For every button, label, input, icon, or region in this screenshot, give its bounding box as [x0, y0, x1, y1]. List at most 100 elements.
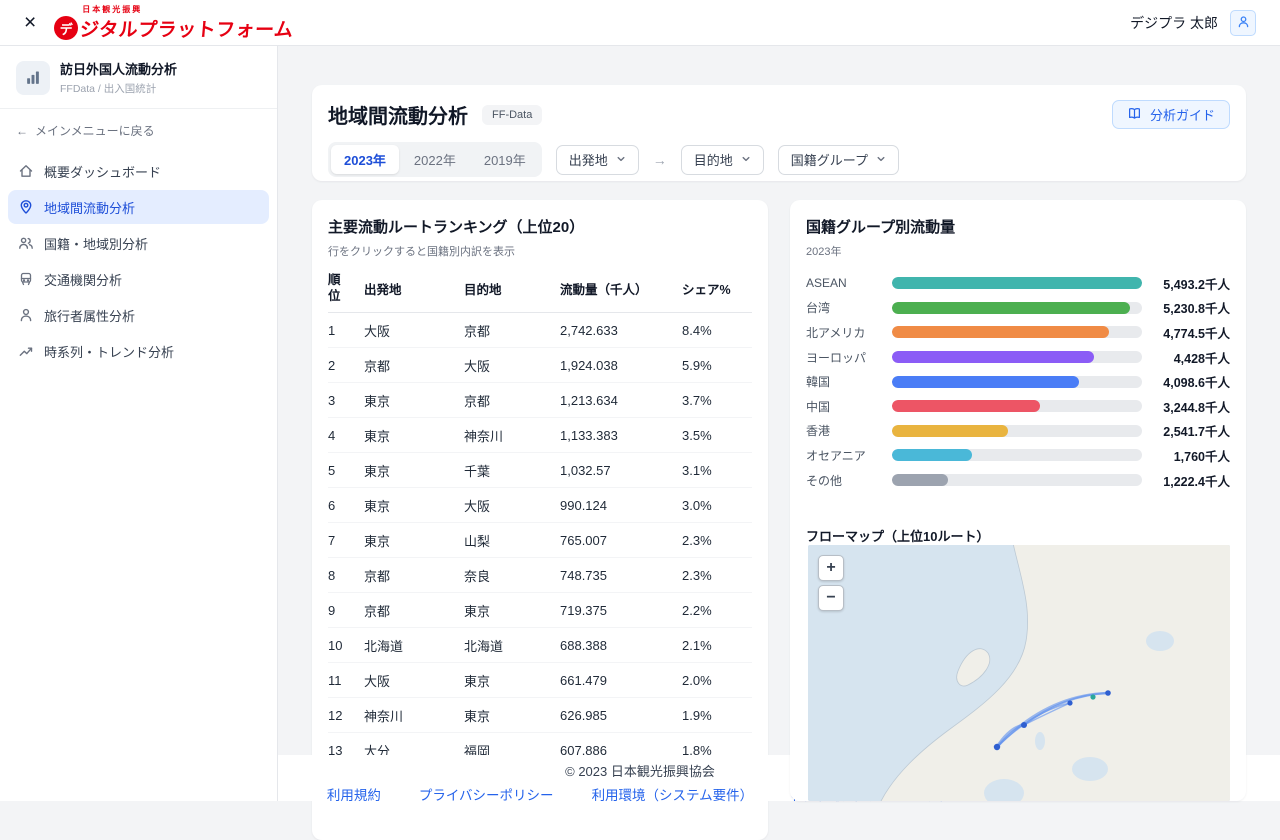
- top-header: × 日本観光振興 デ ジタルプラットフォーム デジプラ 太郎: [0, 0, 1280, 46]
- sidebar-item-traveler-attributes[interactable]: 旅行者属性分析: [8, 298, 269, 332]
- year-tab-2022年[interactable]: 2022年: [401, 145, 469, 174]
- zoom-out-button[interactable]: −: [818, 585, 844, 611]
- route-ranking-card: 主要流動ルートランキング（上位20） 行をクリックすると国籍別内訳を表示 順位出…: [312, 200, 768, 840]
- destination-dropdown[interactable]: 目的地: [681, 145, 764, 175]
- origin-cell: 京都: [364, 601, 464, 620]
- ranking-row[interactable]: 4東京神奈川1,133.3833.5%: [328, 418, 752, 453]
- column-header-label: 順位: [328, 273, 343, 304]
- ranking-row[interactable]: 9京都東京719.3752.2%: [328, 593, 752, 628]
- ranking-row[interactable]: 10北海道北海道688.3882.1%: [328, 628, 752, 663]
- ranking-row[interactable]: 6東京大阪990.1243.0%: [328, 488, 752, 523]
- volume-cell: 748.735: [560, 568, 682, 583]
- origin-cell: 神奈川: [364, 706, 464, 725]
- zoom-in-button[interactable]: +: [818, 555, 844, 581]
- destination-cell: 千葉: [464, 461, 560, 480]
- volume-cell: 765.007: [560, 533, 682, 548]
- destination-cell: 京都: [464, 321, 560, 340]
- year-tab-2023年[interactable]: 2023年: [331, 145, 399, 174]
- volume-cell: 2,742.633: [560, 323, 682, 338]
- bar-row: 北アメリカ 4,774.5千人: [806, 320, 1230, 345]
- footer-link[interactable]: 利用規約: [327, 784, 381, 804]
- destination-cell: 東京: [464, 601, 560, 620]
- rank-cell: 6: [328, 498, 364, 513]
- year-tab-2019年[interactable]: 2019年: [471, 145, 539, 174]
- bar-track: [892, 400, 1142, 412]
- sidebar-item-transport[interactable]: 交通機関分析: [8, 262, 269, 296]
- user-icon: [1236, 14, 1251, 32]
- sidebar-item-regional-flow[interactable]: 地域間流動分析: [8, 190, 269, 224]
- ranking-row[interactable]: 3東京京都1,213.6343.7%: [328, 383, 752, 418]
- ranking-row[interactable]: 7東京山梨765.0072.3%: [328, 523, 752, 558]
- bar-track: [892, 474, 1142, 486]
- origin-dropdown-label: 出発地: [569, 150, 608, 169]
- volume-cell: 1,032.57: [560, 463, 682, 478]
- bar-track: [892, 302, 1142, 314]
- destination-cell: 奈良: [464, 566, 560, 585]
- nationality-chart-title: 国籍グループ別流動量: [806, 216, 1230, 237]
- ranking-subtitle: 行をクリックすると国籍別内訳を表示: [328, 243, 752, 259]
- main-content: 地域間流動分析 FF-Data 分析ガイド 2023年2022年2019年 出発…: [278, 46, 1280, 801]
- page-header-card: 地域間流動分析 FF-Data 分析ガイド 2023年2022年2019年 出発…: [312, 85, 1246, 181]
- origin-cell: 東京: [364, 461, 464, 480]
- rank-cell: 9: [328, 603, 364, 618]
- ranking-row[interactable]: 1大阪京都2,742.6338.4%: [328, 313, 752, 348]
- rank-cell: 8: [328, 568, 364, 583]
- bar-fill: [892, 376, 1079, 388]
- bar-row: 香港2,541.7千人: [806, 419, 1230, 444]
- back-link-label: メインメニューに戻る: [35, 122, 155, 139]
- sidebar-item-nationality-region[interactable]: 国籍・地域別分析: [8, 226, 269, 260]
- rank-cell: 10: [328, 638, 364, 653]
- sidebar-app-subtitle: FFData / 出入国統計: [60, 81, 177, 96]
- analysis-guide-button[interactable]: 分析ガイド: [1112, 100, 1230, 129]
- ranking-row[interactable]: 11大阪東京661.4792.0%: [328, 663, 752, 698]
- user-avatar-button[interactable]: [1230, 10, 1256, 36]
- volume-cell: 719.375: [560, 603, 682, 618]
- sidebar-item-overview-dashboard[interactable]: 概要ダッシュボード: [8, 154, 269, 188]
- year-tabs: 2023年2022年2019年: [328, 142, 542, 177]
- origin-cell: 東京: [364, 496, 464, 515]
- bar-label: 北アメリカ: [806, 324, 892, 341]
- share-cell: 2.0%: [682, 673, 752, 688]
- column-header: 順位: [328, 273, 364, 304]
- column-header: 目的地: [464, 279, 560, 298]
- rank-cell: 1: [328, 323, 364, 338]
- destination-cell: 東京: [464, 706, 560, 725]
- nationality-group-dropdown[interactable]: 国籍グループ: [778, 145, 899, 175]
- ranking-row[interactable]: 5東京千葉1,032.573.1%: [328, 453, 752, 488]
- chevron-down-icon: [616, 152, 626, 167]
- column-header: シェア%: [682, 279, 752, 298]
- bar-label: 韓国: [806, 373, 892, 390]
- ranking-row[interactable]: 8京都奈良748.7352.3%: [328, 558, 752, 593]
- ranking-row[interactable]: 12神奈川東京626.9851.9%: [328, 698, 752, 733]
- close-button[interactable]: ×: [24, 12, 36, 33]
- user-name: デジプラ 太郎: [1130, 13, 1218, 33]
- share-cell: 3.1%: [682, 463, 752, 478]
- ranking-row[interactable]: 2京都大阪1,924.0385.9%: [328, 348, 752, 383]
- bar-row: 台湾5,230.8千人: [806, 296, 1230, 321]
- nationality-chart-subtitle: 2023年: [806, 243, 1230, 259]
- volume-cell: 990.124: [560, 498, 682, 513]
- origin-cell: 大阪: [364, 671, 464, 690]
- footer-link[interactable]: プライバシーポリシー: [419, 784, 554, 804]
- rank-cell: 11: [328, 673, 364, 688]
- rank-cell: 4: [328, 428, 364, 443]
- back-to-main-menu-link[interactable]: ← メインメニューに戻る: [0, 109, 277, 148]
- flow-map[interactable]: + −: [808, 545, 1230, 801]
- bar-chart-icon: [16, 61, 50, 95]
- nationality-group-dropdown-label: 国籍グループ: [791, 150, 868, 169]
- sidebar-item-time-series-trend[interactable]: 時系列・トレンド分析: [8, 334, 269, 368]
- bar-value: 4,774.5千人: [1142, 323, 1230, 342]
- share-cell: 2.3%: [682, 568, 752, 583]
- origin-dropdown[interactable]: 出発地: [556, 145, 639, 175]
- footer-link[interactable]: 利用環境（システム要件）: [592, 784, 754, 804]
- trend-icon: [18, 343, 34, 359]
- volume-cell: 1,924.038: [560, 358, 682, 373]
- origin-cell: 京都: [364, 356, 464, 375]
- bar-track: [892, 425, 1142, 437]
- sidebar-item-label: 旅行者属性分析: [44, 306, 135, 325]
- bar-fill: [892, 351, 1094, 363]
- bar-fill: [892, 326, 1109, 338]
- map-pin-icon: [18, 199, 34, 215]
- bar-fill: [892, 425, 1008, 437]
- origin-cell: 京都: [364, 566, 464, 585]
